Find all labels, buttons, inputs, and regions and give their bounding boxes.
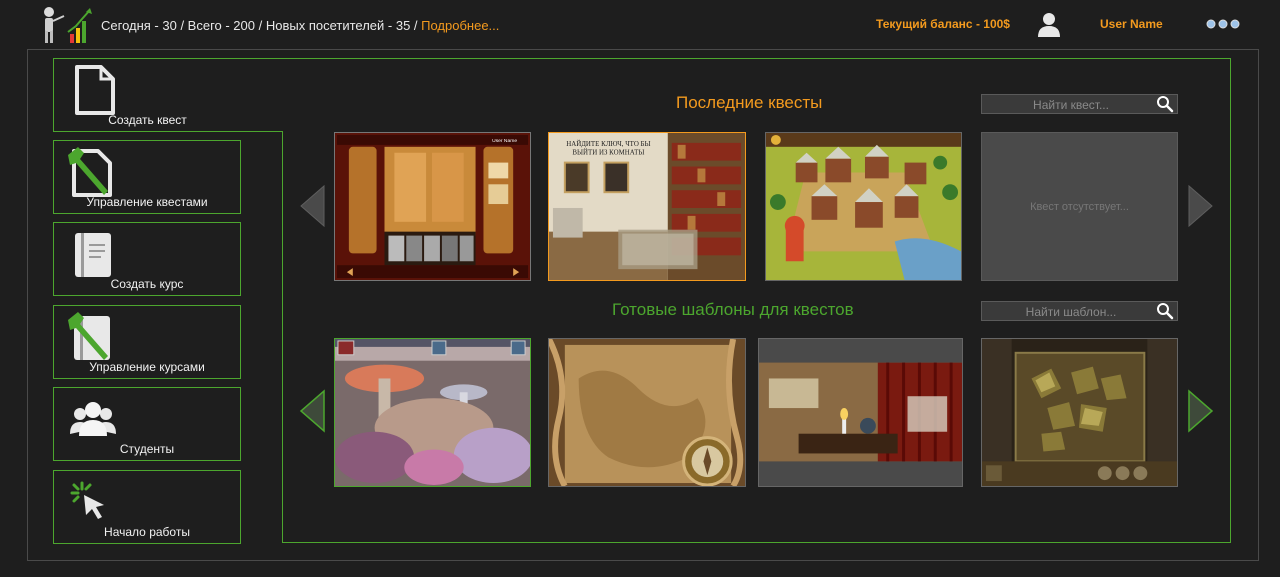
quest-parchment-image: User Name xyxy=(335,133,530,280)
empty-quest-slot: Квест отсутствует... xyxy=(981,132,1178,281)
settings-dots-icon[interactable] xyxy=(1206,19,1240,29)
template-pottery-image xyxy=(982,339,1177,486)
recent-next-arrow-icon[interactable] xyxy=(1185,184,1215,228)
logo-presenter-chart-icon xyxy=(44,7,92,43)
thumb-caption-line2: ВЫЙТИ ИЗ КОМНАТЫ xyxy=(572,149,644,157)
recent-prev-arrow-icon[interactable] xyxy=(298,184,328,228)
sidebar-item-label: Студенты xyxy=(119,442,175,456)
template-thumbnail[interactable] xyxy=(758,338,963,487)
sidebar-item-label: Управление квестами xyxy=(86,195,208,209)
quest-village-image xyxy=(766,133,961,280)
template-mushroom-image xyxy=(335,339,530,486)
thumb-user-name: User Name xyxy=(492,138,517,144)
template-map-image xyxy=(549,339,745,486)
templates-next-arrow-icon[interactable] xyxy=(1185,389,1215,433)
quest-library-image: НАЙДИТЕ КЛЮЧ, ЧТО БЫ ВЫЙТИ ИЗ КОМНАТЫ xyxy=(549,133,745,280)
balance-text: Текущий баланс - 100$ xyxy=(876,17,1010,31)
user-name[interactable]: User Name xyxy=(1100,17,1163,31)
template-room-image xyxy=(759,339,962,486)
sidebar-item-create-course[interactable]: Создать курс xyxy=(53,222,241,296)
sidebar-item-label: Начало работы xyxy=(104,525,190,539)
search-icon[interactable] xyxy=(1156,302,1174,320)
template-search-box[interactable] xyxy=(981,301,1178,321)
search-icon[interactable] xyxy=(1156,95,1174,113)
document-wrench-icon xyxy=(68,147,112,197)
visitor-stats: Сегодня - 30 / Всего - 200 / Новых посет… xyxy=(101,18,499,33)
quest-thumbnail[interactable]: User Name xyxy=(334,132,531,281)
sidebar-item-label: Создать квест xyxy=(108,113,187,127)
cursor-click-icon xyxy=(70,481,104,519)
templates-title: Готовые шаблоны для квестов xyxy=(612,300,854,319)
sidebar-item-create-quest[interactable]: Создать квест xyxy=(53,58,283,132)
more-link[interactable]: Подробнее... xyxy=(421,18,499,33)
top-bar: Сегодня - 30 / Всего - 200 / Новых посет… xyxy=(0,0,1280,50)
template-thumbnail[interactable] xyxy=(981,338,1178,487)
users-icon xyxy=(70,402,116,436)
thumb-caption-line1: НАЙДИТЕ КЛЮЧ, ЧТО БЫ xyxy=(566,140,650,148)
templates-prev-arrow-icon[interactable] xyxy=(298,389,328,433)
sidebar-item-label: Управление курсами xyxy=(89,360,205,374)
user-avatar-icon[interactable] xyxy=(1037,11,1061,37)
sidebar-item-getting-started[interactable]: Начало работы xyxy=(53,470,241,544)
sidebar-item-manage-quests[interactable]: Управление квестами xyxy=(53,140,241,214)
document-icon xyxy=(75,65,115,115)
recent-quests-title: Последние квесты xyxy=(676,93,823,112)
template-thumbnail[interactable] xyxy=(334,338,531,487)
quest-search-input[interactable] xyxy=(984,96,1158,114)
template-search-input[interactable] xyxy=(984,303,1158,321)
book-icon xyxy=(75,233,111,277)
quest-thumbnail[interactable] xyxy=(765,132,962,281)
sidebar-item-students[interactable]: Студенты xyxy=(53,387,241,461)
book-wrench-icon xyxy=(68,312,110,360)
sidebar-item-manage-courses[interactable]: Управление курсами xyxy=(53,305,241,379)
quest-search-box[interactable] xyxy=(981,94,1178,114)
template-thumbnail[interactable] xyxy=(548,338,746,487)
quest-thumbnail[interactable]: НАЙДИТЕ КЛЮЧ, ЧТО БЫ ВЫЙТИ ИЗ КОМНАТЫ xyxy=(548,132,746,281)
empty-quest-text: Квест отсутствует... xyxy=(1030,201,1129,213)
sidebar-item-label: Создать курс xyxy=(110,277,184,291)
visitor-stats-text: Сегодня - 30 / Всего - 200 / Новых посет… xyxy=(101,18,422,33)
